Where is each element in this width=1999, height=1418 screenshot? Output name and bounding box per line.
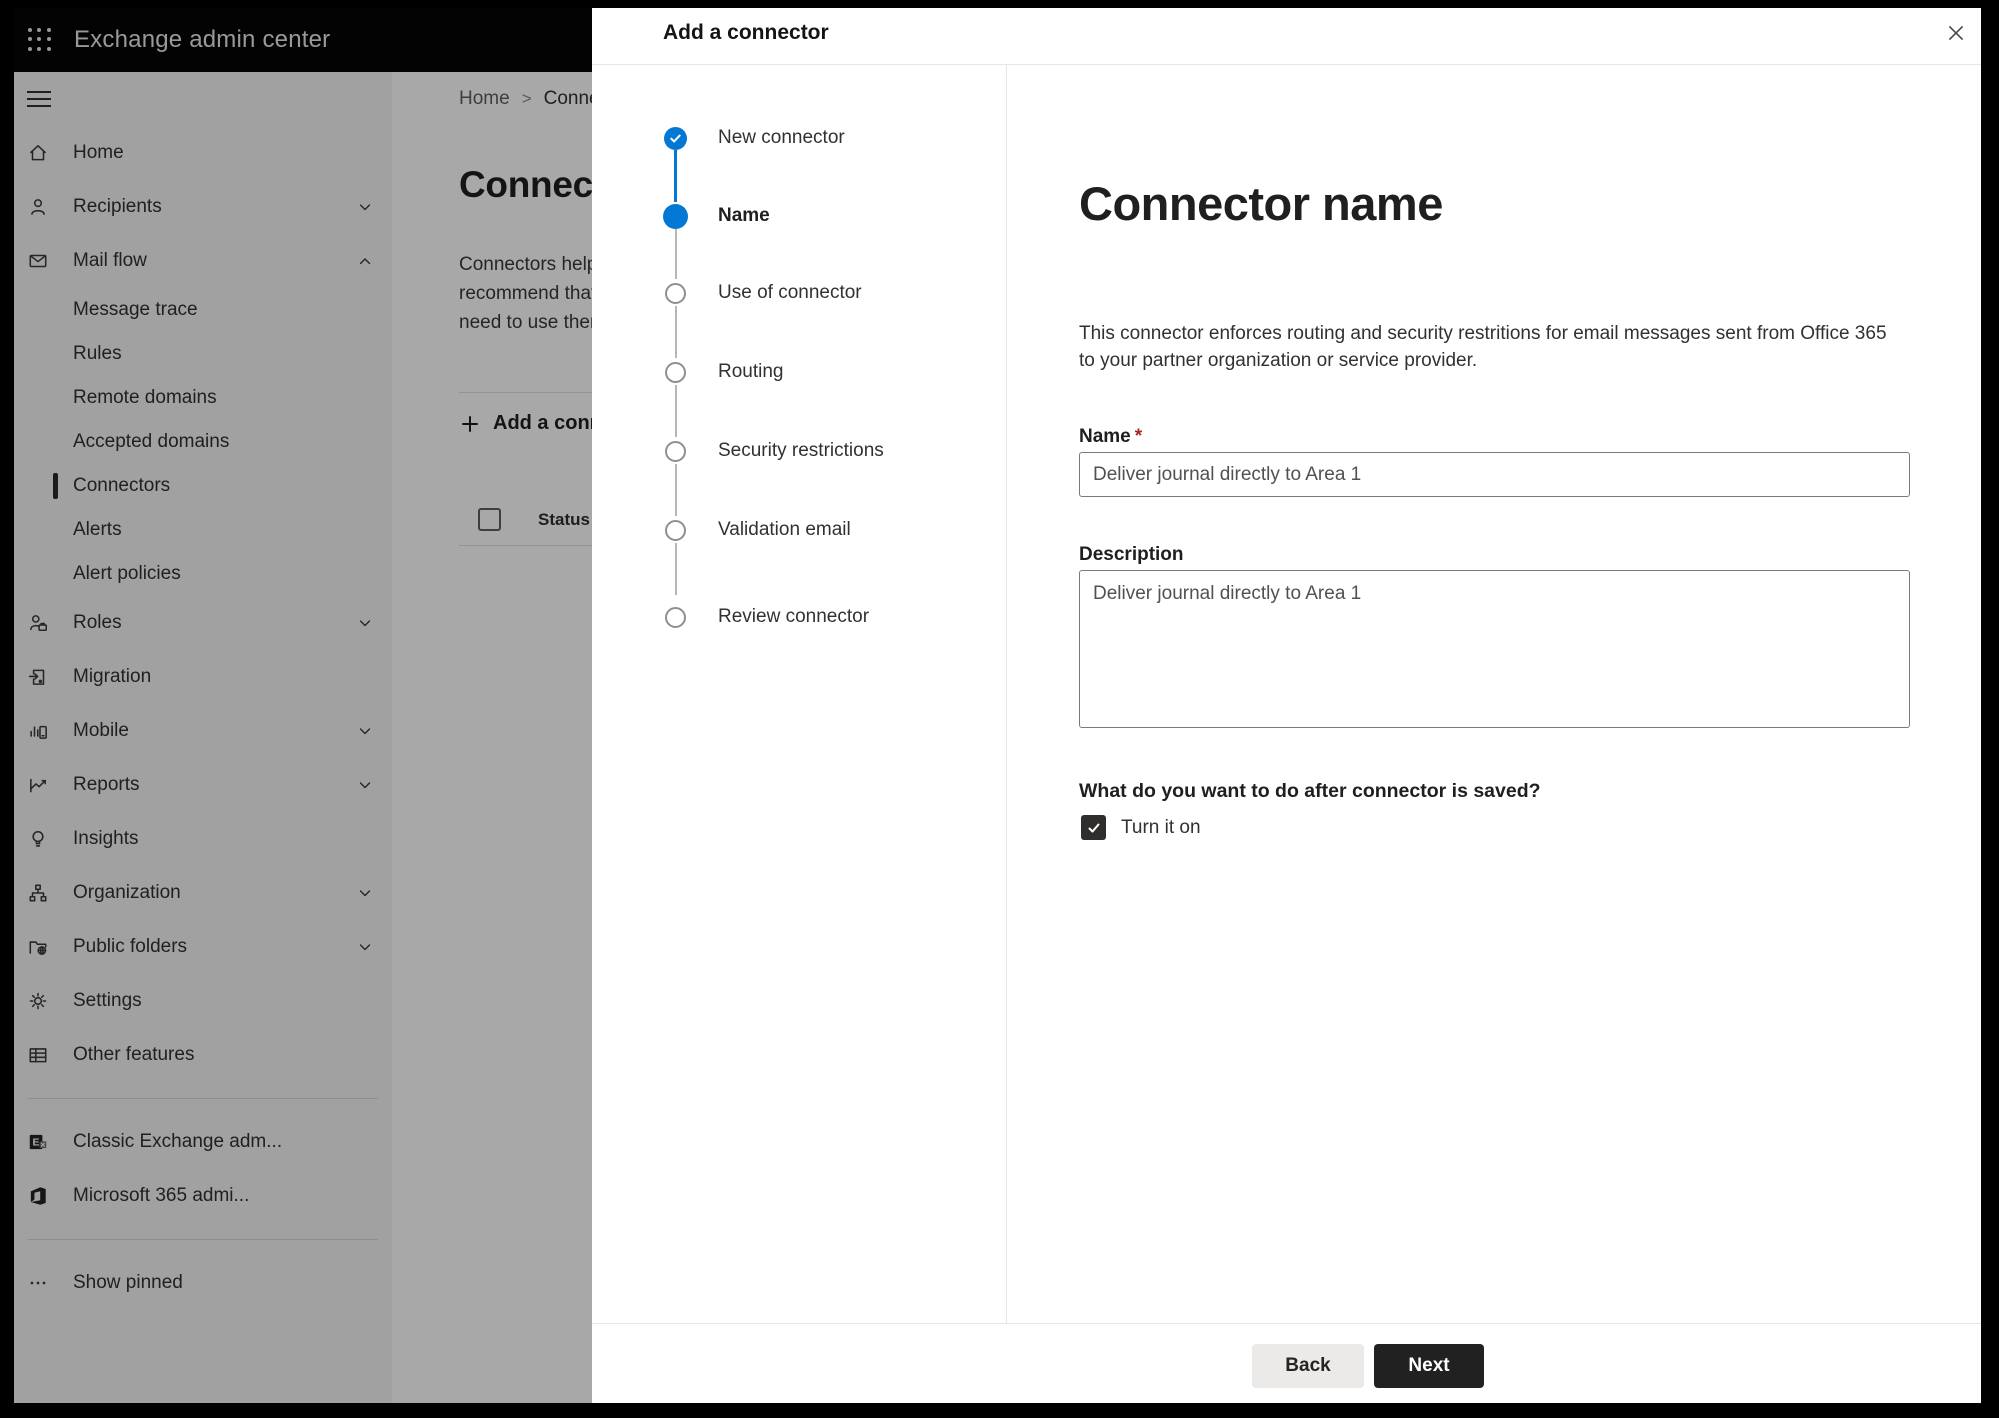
back-button[interactable]: Back — [1252, 1344, 1364, 1388]
checked-checkbox-icon[interactable] — [1081, 815, 1106, 840]
step-connector-line — [674, 306, 677, 358]
step-use-of-connector: Use of connector — [592, 280, 1006, 306]
after-save-question: What do you want to do after connector i… — [1079, 780, 1541, 802]
divider — [592, 1323, 1981, 1324]
dialog-title: Add a connector — [663, 21, 829, 44]
add-connector-dialog: Add a connector New connector Name Use o… — [592, 8, 1981, 1403]
step-upcoming-icon — [665, 519, 686, 541]
turn-it-on-label: Turn it on — [1121, 816, 1201, 838]
step-connector-line — [674, 543, 677, 595]
step-name[interactable]: Name — [592, 203, 1006, 229]
divider — [592, 64, 1981, 65]
app-window: Exchange admin center Home Recipients Ma… — [14, 8, 1981, 1403]
step-connector-line — [674, 464, 677, 516]
name-field-label: Name * — [1079, 426, 1143, 447]
name-input[interactable] — [1079, 452, 1910, 497]
step-upcoming-icon — [665, 606, 686, 628]
step-security-restrictions: Security restrictions — [592, 438, 1006, 464]
description-textarea[interactable]: Deliver journal directly to Area 1 — [1079, 570, 1910, 728]
step-connector-line — [674, 150, 677, 202]
step-review-connector: Review connector — [592, 604, 1006, 630]
step-new-connector[interactable]: New connector — [592, 125, 1006, 151]
step-validation-email: Validation email — [592, 517, 1006, 543]
close-icon[interactable] — [1942, 19, 1970, 47]
divider — [1006, 65, 1007, 1323]
step-upcoming-icon — [665, 361, 686, 383]
step-connector-line — [674, 385, 677, 437]
description-field-label: Description — [1079, 544, 1184, 565]
step-connector-line — [674, 229, 677, 279]
next-button[interactable]: Next — [1374, 1344, 1484, 1388]
wizard-page-description: This connector enforces routing and secu… — [1079, 323, 1887, 371]
step-completed-icon — [664, 126, 687, 150]
step-upcoming-icon — [665, 440, 686, 462]
turn-it-on-checkbox-row[interactable]: Turn it on — [1081, 815, 1201, 840]
step-upcoming-icon — [665, 282, 686, 304]
step-current-icon — [663, 203, 688, 229]
wizard-page-title: Connector name — [1079, 177, 1443, 230]
step-routing: Routing — [592, 359, 1006, 385]
required-asterisk: * — [1134, 426, 1143, 447]
